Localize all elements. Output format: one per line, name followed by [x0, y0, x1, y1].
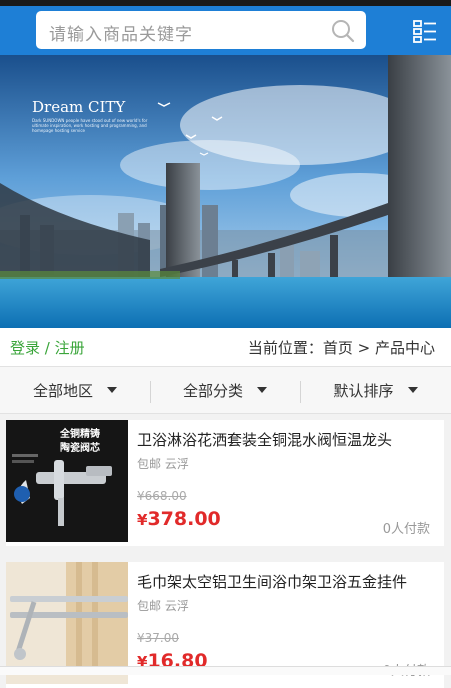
product-image[interactable]: 全铜精铸 陶瓷阀芯	[6, 420, 128, 542]
search-icon[interactable]	[330, 18, 356, 44]
thumb-caption: 陶瓷阀芯	[60, 443, 100, 454]
bottom-nav-bar	[0, 666, 451, 675]
header-bar: 请输入商品关键字	[0, 6, 451, 55]
product-location: 包邮 云浮	[137, 599, 189, 613]
sale-price: ¥378.00	[137, 508, 221, 530]
chevron-down-icon	[257, 387, 267, 393]
breadcrumb-bar: 登录 / 注册 当前位置：首页 > 产品中心	[0, 328, 451, 366]
filter-region[interactable]: 全部地区	[0, 367, 150, 413]
original-price: ¥37.00	[137, 631, 179, 645]
product-card[interactable]: 全铜精铸 陶瓷阀芯 卫浴淋浴花洒套装全铜混水阀恒温龙头 包邮 云浮 ¥668.0…	[6, 420, 444, 546]
banner-title: Dream CITY	[32, 98, 126, 116]
product-location: 包邮 云浮	[137, 457, 189, 471]
breadcrumb: 当前位置：首页 > 产品中心	[247, 339, 435, 357]
search-input[interactable]: 请输入商品关键字	[36, 11, 366, 49]
chevron-down-icon	[107, 387, 117, 393]
banner-image	[0, 55, 451, 328]
filter-category[interactable]: 全部分类	[150, 367, 300, 413]
filter-sort-label: 默认排序	[333, 381, 394, 400]
product-title[interactable]: 卫浴淋浴花洒套装全铜混水阀恒温龙头	[137, 429, 427, 450]
login-register-link[interactable]: 登录 / 注册	[10, 337, 85, 358]
filter-bar: 全部地区 全部分类 默认排序	[0, 366, 451, 414]
filter-sort[interactable]: 默认排序	[300, 367, 451, 413]
thumb-caption: 全铜精铸	[60, 429, 100, 440]
original-price: ¥668.00	[137, 489, 187, 503]
category-menu-icon[interactable]	[413, 19, 437, 43]
product-title[interactable]: 毛巾架太空铝卫生间浴巾架卫浴五金挂件	[137, 571, 427, 592]
banner-subtitle: Dark SUNDOWN people have stood out of ne…	[32, 118, 148, 133]
search-placeholder: 请输入商品关键字	[49, 25, 193, 45]
payment-count: 0人付款	[382, 522, 430, 537]
filter-category-label: 全部分类	[182, 381, 243, 400]
filter-region-label: 全部地区	[32, 381, 93, 400]
banner-carousel[interactable]: Dream CITY Dark SUNDOWN people have stoo…	[0, 55, 451, 328]
chevron-down-icon	[407, 387, 418, 393]
